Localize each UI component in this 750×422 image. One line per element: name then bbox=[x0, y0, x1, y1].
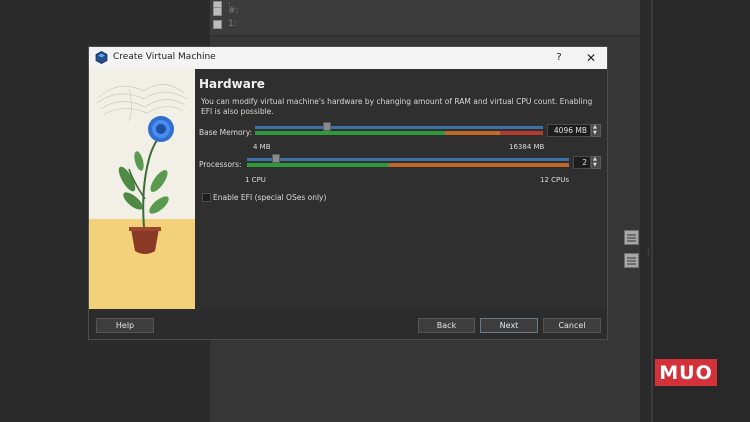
title-help-button[interactable]: ? bbox=[551, 50, 567, 66]
processors-slider-scale bbox=[247, 163, 569, 167]
wizard-illustration bbox=[89, 69, 195, 309]
background-row: 1: bbox=[213, 19, 237, 29]
plant-illustration bbox=[89, 84, 195, 309]
processors-min-label: 1 CPU bbox=[245, 176, 266, 184]
close-button[interactable]: ✕ bbox=[583, 50, 599, 66]
background-toolbar bbox=[210, 0, 640, 36]
muo-logo: MUO bbox=[655, 359, 717, 386]
dialog-title: Create Virtual Machine bbox=[113, 52, 216, 62]
back-button[interactable]: Back bbox=[418, 318, 475, 333]
create-vm-dialog: Create Virtual Machine ? ✕ Hardware You … bbox=[88, 46, 608, 340]
dialog-titlebar: Create Virtual Machine ? ✕ bbox=[89, 47, 607, 69]
enable-efi-label[interactable]: Enable EFI (special OSes only) bbox=[213, 193, 326, 202]
processors-stepper[interactable] bbox=[591, 156, 601, 169]
file-icon bbox=[213, 6, 222, 16]
base-memory-slider-scale bbox=[255, 131, 543, 135]
processors-max-label: 12 CPUs bbox=[540, 176, 570, 184]
base-memory-label: Base Memory: bbox=[199, 128, 253, 137]
page-title: Hardware bbox=[199, 77, 265, 91]
page-description: You can modify virtual machine's hardwar… bbox=[201, 97, 593, 116]
base-memory-slider-handle[interactable] bbox=[323, 122, 331, 131]
enable-efi-checkbox[interactable] bbox=[202, 193, 211, 202]
base-memory-slider-track[interactable] bbox=[255, 126, 543, 129]
splitter-handle[interactable]: · · · bbox=[647, 246, 650, 260]
help-button[interactable]: Help bbox=[96, 318, 154, 333]
next-button[interactable]: Next bbox=[480, 318, 538, 333]
processors-slider-track[interactable] bbox=[247, 158, 569, 161]
file-icon bbox=[213, 19, 222, 29]
base-memory-stepper[interactable] bbox=[591, 124, 601, 137]
virtualbox-icon bbox=[95, 51, 108, 64]
processors-input[interactable]: 2 bbox=[573, 156, 591, 169]
background-row: #: bbox=[213, 6, 239, 16]
document-icon[interactable] bbox=[624, 230, 639, 245]
cancel-button[interactable]: Cancel bbox=[543, 318, 601, 333]
processors-label: Processors: bbox=[199, 160, 242, 169]
base-memory-min-label: 4 MB bbox=[253, 143, 271, 151]
base-memory-max-label: 16384 MB bbox=[509, 143, 545, 151]
processors-slider-handle[interactable] bbox=[271, 154, 280, 163]
document-icon[interactable] bbox=[624, 253, 639, 268]
blue-flower bbox=[148, 116, 174, 142]
base-memory-input[interactable]: 4096 MB bbox=[547, 124, 591, 137]
